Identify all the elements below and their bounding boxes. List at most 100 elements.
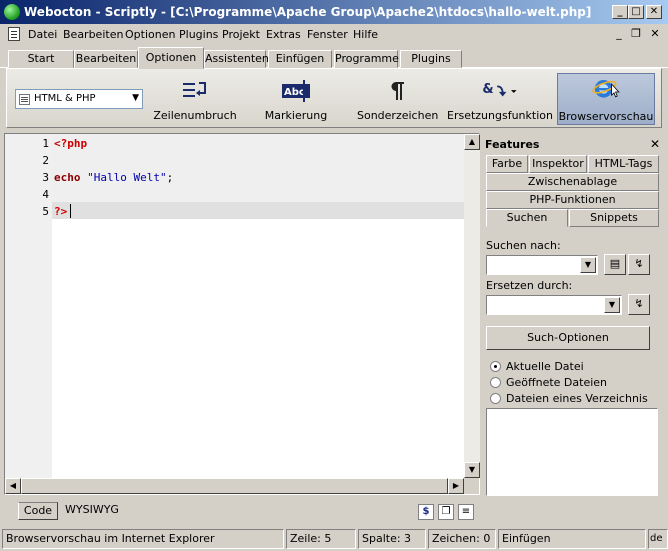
ribbon-toolbar: HTML & PHP ▼ Zeilenumbruch Abc Markierun… (6, 68, 662, 128)
special-chars-label: Sonderzeichen (357, 109, 439, 122)
highlight-icon: Abc (282, 80, 310, 102)
scroll-down-button[interactable]: ▼ (464, 462, 480, 478)
radio-label: Geöffnete Dateien (506, 376, 608, 389)
search-document-button[interactable]: ▤ (604, 254, 626, 275)
chevron-down-icon[interactable]: ▼ (604, 297, 620, 313)
svg-text:&: & (482, 82, 493, 97)
status-message: Browservorschau im Internet Explorer (2, 529, 284, 549)
line-number: 5 (42, 205, 49, 218)
tab-html-tags[interactable]: HTML-Tags (588, 155, 659, 173)
replace-run-button[interactable]: ↯ (628, 294, 650, 315)
status-chars: Zeichen: 0 (428, 529, 496, 549)
search-next-button[interactable]: ↯ (628, 254, 650, 275)
code-text-area[interactable]: <?php echo "Hallo Welt"; ?> (52, 134, 464, 478)
tab-code[interactable]: Code (18, 502, 58, 520)
tab-zwischenablage[interactable]: Zwischenablage (486, 173, 659, 191)
scroll-up-button[interactable]: ▲ (464, 134, 480, 150)
tab-bearbeiten[interactable]: Bearbeiten (74, 50, 138, 68)
code-line-1: <?php (54, 137, 88, 150)
replace-icon: & (482, 82, 517, 97)
features-panel: Features ✕ Farbe Inspektor HTML-Tags Zwi… (482, 133, 666, 496)
dollar-icon[interactable]: $ (418, 504, 434, 520)
tab-einfuegen[interactable]: Einfügen (268, 50, 332, 68)
tab-start[interactable]: Start (8, 50, 74, 68)
chevron-down-icon: ▼ (132, 93, 139, 103)
menu-plugins[interactable]: Plugins (179, 28, 218, 41)
editor-vertical-scrollbar[interactable]: ▲ ▼ (464, 134, 480, 478)
radio-dot[interactable] (490, 393, 501, 404)
internet-explorer-icon (592, 80, 620, 98)
editor-horizontal-scrollbar[interactable]: ◀ ▶ (5, 478, 464, 494)
status-bar: Browservorschau im Internet Explorer Zei… (0, 527, 668, 551)
maximize-button[interactable]: □ (628, 5, 644, 19)
line-break-button[interactable]: Zeilenumbruch (149, 73, 241, 125)
browser-preview-button[interactable]: Browservorschau (557, 73, 655, 125)
radio-label: Dateien eines Verzeichnis (506, 392, 648, 405)
code-editor[interactable]: 1 2 3 4 5 <?php echo "Hallo Welt"; ?> ▲ … (4, 133, 480, 495)
radio-dot[interactable] (490, 361, 501, 372)
search-label: Suchen nach: (486, 239, 561, 252)
line-number: 4 (42, 188, 49, 201)
doc-close-button[interactable]: ✕ (648, 27, 662, 40)
replace-input[interactable]: ▼ (486, 295, 622, 315)
app-icon[interactable] (4, 4, 20, 20)
radio-dot[interactable] (490, 377, 501, 388)
close-icon[interactable]: ✕ (650, 137, 660, 152)
tab-programme[interactable]: Programme (334, 50, 399, 68)
radio-label: Aktuelle Datei (506, 360, 584, 373)
language-select[interactable]: HTML & PHP ▼ (15, 89, 143, 109)
special-chars-button[interactable]: Sonderzeichen (357, 73, 439, 125)
code-punctuation: ; (166, 171, 174, 184)
copy-icon[interactable]: ❐ (438, 504, 454, 520)
tab-farbe[interactable]: Farbe (486, 155, 528, 173)
menu-datei[interactable]: Datei (28, 28, 57, 41)
features-title: Features (485, 138, 540, 151)
document-icon (19, 94, 30, 105)
tab-snippets[interactable]: Snippets (569, 209, 659, 227)
highlight-label: Markierung (264, 109, 328, 122)
search-options-button[interactable]: Such-Optionen (486, 326, 650, 350)
line-gutter: 1 2 3 4 5 (5, 134, 52, 478)
ribbon-tabs: Start Bearbeiten Optionen Assistenten Ei… (0, 46, 668, 69)
line-number: 3 (42, 171, 49, 184)
tab-optionen[interactable]: Optionen (138, 47, 204, 69)
scroll-left-button[interactable]: ◀ (5, 478, 21, 494)
pilcrow-icon (391, 82, 404, 100)
chevron-down-icon[interactable]: ▼ (580, 257, 596, 273)
status-mode: Einfügen (498, 529, 646, 549)
tab-php-funktionen[interactable]: PHP-Funktionen (486, 191, 659, 209)
search-results-list[interactable] (486, 408, 658, 496)
menu-extras[interactable]: Extras (266, 28, 301, 41)
text-caret (70, 204, 71, 218)
menu-optionen[interactable]: Optionen (125, 28, 175, 41)
doc-restore-button[interactable]: ❐ (629, 27, 643, 40)
menu-bearbeiten[interactable]: Bearbeiten (63, 28, 123, 41)
replace-button[interactable]: & Ersetzungsfunktion (447, 73, 553, 125)
doc-minimize-button[interactable]: _ (612, 27, 626, 40)
status-language: de (648, 529, 668, 549)
scroll-right-button[interactable]: ▶ (448, 478, 464, 494)
minimize-button[interactable]: _ (612, 5, 628, 19)
code-line-3: echo "Hallo Welt"; (54, 171, 173, 184)
horizontal-scroll-thumb[interactable] (21, 478, 448, 494)
svg-text:Abc: Abc (284, 87, 305, 98)
highlight-button[interactable]: Abc Markierung (253, 73, 339, 125)
tab-wysiwyg[interactable]: WYSIWYG (62, 502, 122, 520)
tab-suchen[interactable]: Suchen (486, 209, 568, 227)
search-input[interactable]: ▼ (486, 255, 598, 275)
close-button[interactable]: ✕ (646, 5, 662, 19)
window-title: Webocton - Scriptly - [C:\Programme\Apac… (24, 5, 592, 19)
menu-fenster[interactable]: Fenster (307, 28, 348, 41)
tab-inspektor[interactable]: Inspektor (529, 155, 587, 173)
status-line: Zeile: 5 (286, 529, 356, 549)
document-icon[interactable]: ≡ (458, 504, 474, 520)
replace-label: Ersetzen durch: (486, 279, 573, 292)
tab-plugins[interactable]: Plugins (400, 50, 462, 68)
current-line-highlight (52, 202, 464, 219)
menu-projekt[interactable]: Projekt (222, 28, 260, 41)
code-line-5: ?> (54, 205, 68, 218)
document-icon[interactable] (8, 27, 20, 41)
title-bar[interactable]: Webocton - Scriptly - [C:\Programme\Apac… (0, 0, 668, 24)
menu-hilfe[interactable]: Hilfe (353, 28, 378, 41)
tab-assistenten[interactable]: Assistenten (204, 50, 269, 68)
